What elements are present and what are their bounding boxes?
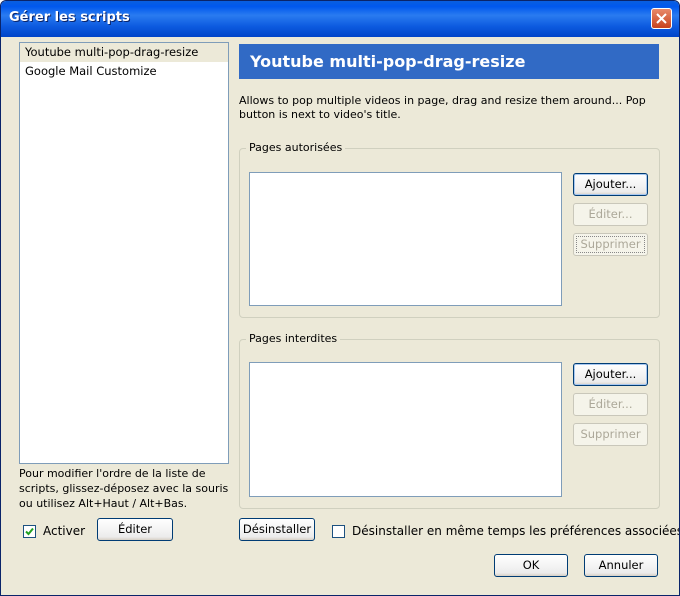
uninstall-prefs-checkbox[interactable] bbox=[332, 524, 345, 538]
script-title: Youtube multi-pop-drag-resize bbox=[250, 52, 526, 71]
script-item-youtube[interactable]: Youtube multi-pop-drag-resize bbox=[20, 43, 228, 62]
included-pages-list[interactable] bbox=[249, 172, 562, 306]
included-pages-legend: Pages autorisées bbox=[246, 141, 346, 154]
excluded-edit-button[interactable]: Éditer... bbox=[573, 393, 648, 416]
manage-scripts-dialog: Gérer les scripts Youtube multi-pop-drag… bbox=[0, 0, 680, 596]
uninstall-prefs-label: Désinstaller en même temps les préférenc… bbox=[352, 524, 680, 538]
uninstall-prefs-checkbox-row[interactable]: Désinstaller en même temps les préférenc… bbox=[332, 524, 680, 538]
uninstall-button[interactable]: Désinstaller bbox=[239, 518, 315, 541]
included-pages-group: Pages autorisées Ajouter... Éditer... Su… bbox=[239, 141, 660, 318]
close-icon bbox=[656, 13, 667, 24]
script-header-banner: Youtube multi-pop-drag-resize bbox=[239, 44, 659, 79]
activate-label: Activer bbox=[43, 524, 86, 538]
close-button[interactable] bbox=[651, 8, 672, 29]
excluded-pages-list[interactable] bbox=[249, 362, 562, 497]
script-item-google-mail[interactable]: Google Mail Customize bbox=[20, 62, 228, 81]
title-bar[interactable]: Gérer les scripts bbox=[1, 1, 679, 37]
excluded-remove-button[interactable]: Supprimer bbox=[573, 423, 648, 446]
included-add-button[interactable]: Ajouter... bbox=[573, 173, 648, 196]
reorder-help-text: Pour modifier l'ordre de la liste de scr… bbox=[19, 467, 229, 510]
activate-checkbox[interactable] bbox=[23, 524, 36, 538]
script-description: Allows to pop multiple videos in page, d… bbox=[239, 94, 646, 121]
excluded-pages-legend: Pages interdites bbox=[246, 332, 341, 345]
activate-checkbox-row[interactable]: Activer bbox=[23, 524, 85, 538]
excluded-pages-group: Pages interdites Ajouter... Éditer... Su… bbox=[239, 332, 660, 509]
excluded-add-button[interactable]: Ajouter... bbox=[573, 363, 648, 386]
cancel-button[interactable]: Annuler bbox=[584, 554, 658, 577]
ok-button[interactable]: OK bbox=[494, 554, 568, 577]
checkmark-icon bbox=[25, 527, 34, 535]
scripts-list[interactable]: Youtube multi-pop-drag-resize Google Mai… bbox=[19, 42, 229, 464]
window-title: Gérer les scripts bbox=[9, 10, 130, 25]
included-remove-button[interactable]: Supprimer bbox=[573, 233, 648, 256]
edit-script-button[interactable]: Éditer bbox=[97, 518, 173, 541]
included-edit-button[interactable]: Éditer... bbox=[573, 203, 648, 226]
